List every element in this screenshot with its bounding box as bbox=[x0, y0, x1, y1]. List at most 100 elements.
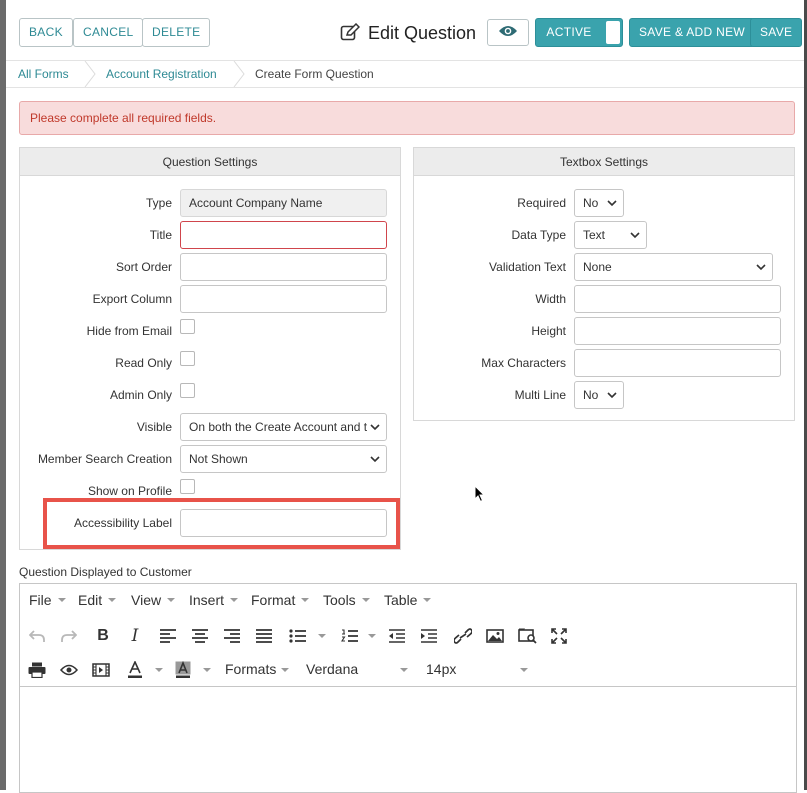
chevron-down-icon bbox=[630, 232, 640, 239]
image-icon[interactable] bbox=[485, 626, 505, 646]
menu-table-label: Table bbox=[384, 592, 418, 608]
member-search-creation-label: Member Search Creation bbox=[37, 452, 172, 466]
delete-button[interactable]: DELETE bbox=[142, 18, 211, 47]
show-on-profile-checkbox[interactable] bbox=[180, 479, 195, 494]
page-title-group: Edit Question bbox=[340, 20, 476, 46]
admin-only-label: Admin Only bbox=[109, 388, 172, 402]
numbered-list-icon[interactable] bbox=[340, 626, 360, 646]
menu-file-label: File bbox=[29, 592, 52, 608]
data-type-select[interactable]: Text bbox=[574, 221, 647, 249]
media-browser-icon[interactable] bbox=[517, 626, 537, 646]
required-label: Required bbox=[517, 196, 566, 210]
save-button[interactable]: SAVE bbox=[750, 18, 803, 47]
chevron-down-icon[interactable] bbox=[520, 668, 528, 672]
formats-dropdown[interactable]: Formats bbox=[225, 661, 290, 677]
redo-icon[interactable] bbox=[59, 626, 79, 646]
menu-tools[interactable]: Tools bbox=[323, 592, 370, 608]
chevron-down-icon bbox=[167, 598, 176, 602]
align-center-icon[interactable] bbox=[190, 626, 210, 646]
back-button[interactable]: BACK bbox=[19, 18, 73, 47]
chevron-down-icon[interactable] bbox=[318, 634, 326, 638]
multi-line-select[interactable]: No bbox=[574, 381, 624, 409]
sort-order-input[interactable] bbox=[180, 253, 387, 281]
fullscreen-icon[interactable] bbox=[549, 626, 569, 646]
chevron-down-icon[interactable] bbox=[400, 668, 408, 672]
chevron-down-icon[interactable] bbox=[368, 634, 376, 638]
indent-icon[interactable] bbox=[419, 626, 439, 646]
chevron-down-icon bbox=[57, 598, 66, 602]
chevron-down-icon bbox=[301, 598, 310, 602]
menu-tools-label: Tools bbox=[323, 592, 356, 608]
breadcrumb-account-registration[interactable]: Account Registration bbox=[106, 61, 217, 87]
width-input[interactable] bbox=[574, 285, 781, 313]
chevron-down-icon bbox=[423, 598, 432, 602]
eye-icon bbox=[498, 24, 518, 41]
read-only-checkbox[interactable] bbox=[180, 351, 195, 366]
data-type-value: Text bbox=[583, 228, 606, 242]
page-title: Edit Question bbox=[368, 22, 477, 43]
bold-icon[interactable]: B bbox=[93, 626, 113, 646]
hide-from-email-checkbox[interactable] bbox=[180, 319, 195, 334]
required-value: No bbox=[583, 196, 599, 210]
active-toggle-label: ACTIVE bbox=[546, 25, 592, 39]
chevron-down-icon bbox=[281, 668, 290, 673]
preview-icon[interactable] bbox=[59, 660, 79, 680]
text-color-icon[interactable] bbox=[125, 660, 145, 680]
save-and-add-new-button[interactable]: SAVE & ADD NEW bbox=[629, 18, 756, 47]
menu-insert-label: Insert bbox=[189, 592, 225, 608]
export-column-input[interactable] bbox=[180, 285, 387, 313]
export-column-label: Export Column bbox=[92, 292, 172, 306]
menu-format[interactable]: Format bbox=[251, 592, 310, 608]
top-toolbar: BACK CANCEL DELETE Edit Question ACTIVE … bbox=[12, 18, 803, 48]
cancel-button[interactable]: CANCEL bbox=[73, 18, 144, 47]
admin-only-checkbox[interactable] bbox=[180, 383, 195, 398]
title-input[interactable] bbox=[180, 221, 387, 249]
height-input[interactable] bbox=[574, 317, 781, 345]
breadcrumb: All Forms Account Registration Create Fo… bbox=[6, 60, 804, 88]
chevron-down-icon[interactable] bbox=[203, 668, 211, 672]
multi-line-value: No bbox=[583, 388, 599, 402]
bullet-list-icon[interactable] bbox=[288, 626, 308, 646]
menu-table[interactable]: Table bbox=[384, 592, 432, 608]
outdent-icon[interactable] bbox=[387, 626, 407, 646]
error-alert: Please complete all required fields. bbox=[19, 101, 795, 135]
font-family-dropdown[interactable]: Verdana bbox=[306, 661, 410, 677]
editor-label: Question Displayed to Customer bbox=[19, 565, 192, 579]
font-size-value: 14px bbox=[426, 661, 457, 677]
chevron-down-icon bbox=[370, 456, 380, 463]
validation-text-value: None bbox=[583, 260, 612, 274]
chevron-down-icon bbox=[756, 264, 766, 271]
active-toggle[interactable]: ACTIVE bbox=[535, 18, 623, 47]
media-icon[interactable] bbox=[91, 660, 111, 680]
menu-insert[interactable]: Insert bbox=[189, 592, 239, 608]
member-search-creation-select[interactable]: Not Shown bbox=[180, 445, 387, 473]
breadcrumb-all-forms[interactable]: All Forms bbox=[18, 61, 69, 87]
chevron-down-icon[interactable] bbox=[155, 668, 163, 672]
visible-select-value: On both the Create Account and t bbox=[189, 420, 368, 434]
read-only-label: Read Only bbox=[115, 356, 172, 370]
menu-view[interactable]: View bbox=[131, 592, 176, 608]
link-icon[interactable] bbox=[453, 626, 473, 646]
preview-button[interactable] bbox=[487, 19, 529, 46]
align-right-icon[interactable] bbox=[222, 626, 242, 646]
hide-from-email-label: Hide from Email bbox=[86, 324, 172, 338]
menu-edit[interactable]: Edit bbox=[78, 592, 117, 608]
type-field: Account Company Name bbox=[180, 189, 387, 217]
validation-text-select[interactable]: None bbox=[574, 253, 773, 281]
multi-line-label: Multi Line bbox=[514, 388, 566, 402]
validation-text-label: Validation Text bbox=[489, 260, 566, 274]
align-justify-icon[interactable] bbox=[254, 626, 274, 646]
print-icon[interactable] bbox=[27, 660, 47, 680]
required-select[interactable]: No bbox=[574, 189, 624, 217]
italic-icon[interactable]: I bbox=[125, 626, 145, 646]
menu-file[interactable]: File bbox=[29, 592, 66, 608]
max-characters-input[interactable] bbox=[574, 349, 781, 377]
visible-label: Visible bbox=[136, 420, 172, 434]
menu-format-label: Format bbox=[251, 592, 296, 608]
editor-content-area[interactable] bbox=[20, 687, 796, 791]
align-left-icon[interactable] bbox=[158, 626, 178, 646]
undo-icon[interactable] bbox=[27, 626, 47, 646]
background-color-icon[interactable] bbox=[173, 660, 193, 680]
visible-select[interactable]: On both the Create Account and t bbox=[180, 413, 387, 441]
question-settings-heading: Question Settings bbox=[20, 148, 400, 176]
